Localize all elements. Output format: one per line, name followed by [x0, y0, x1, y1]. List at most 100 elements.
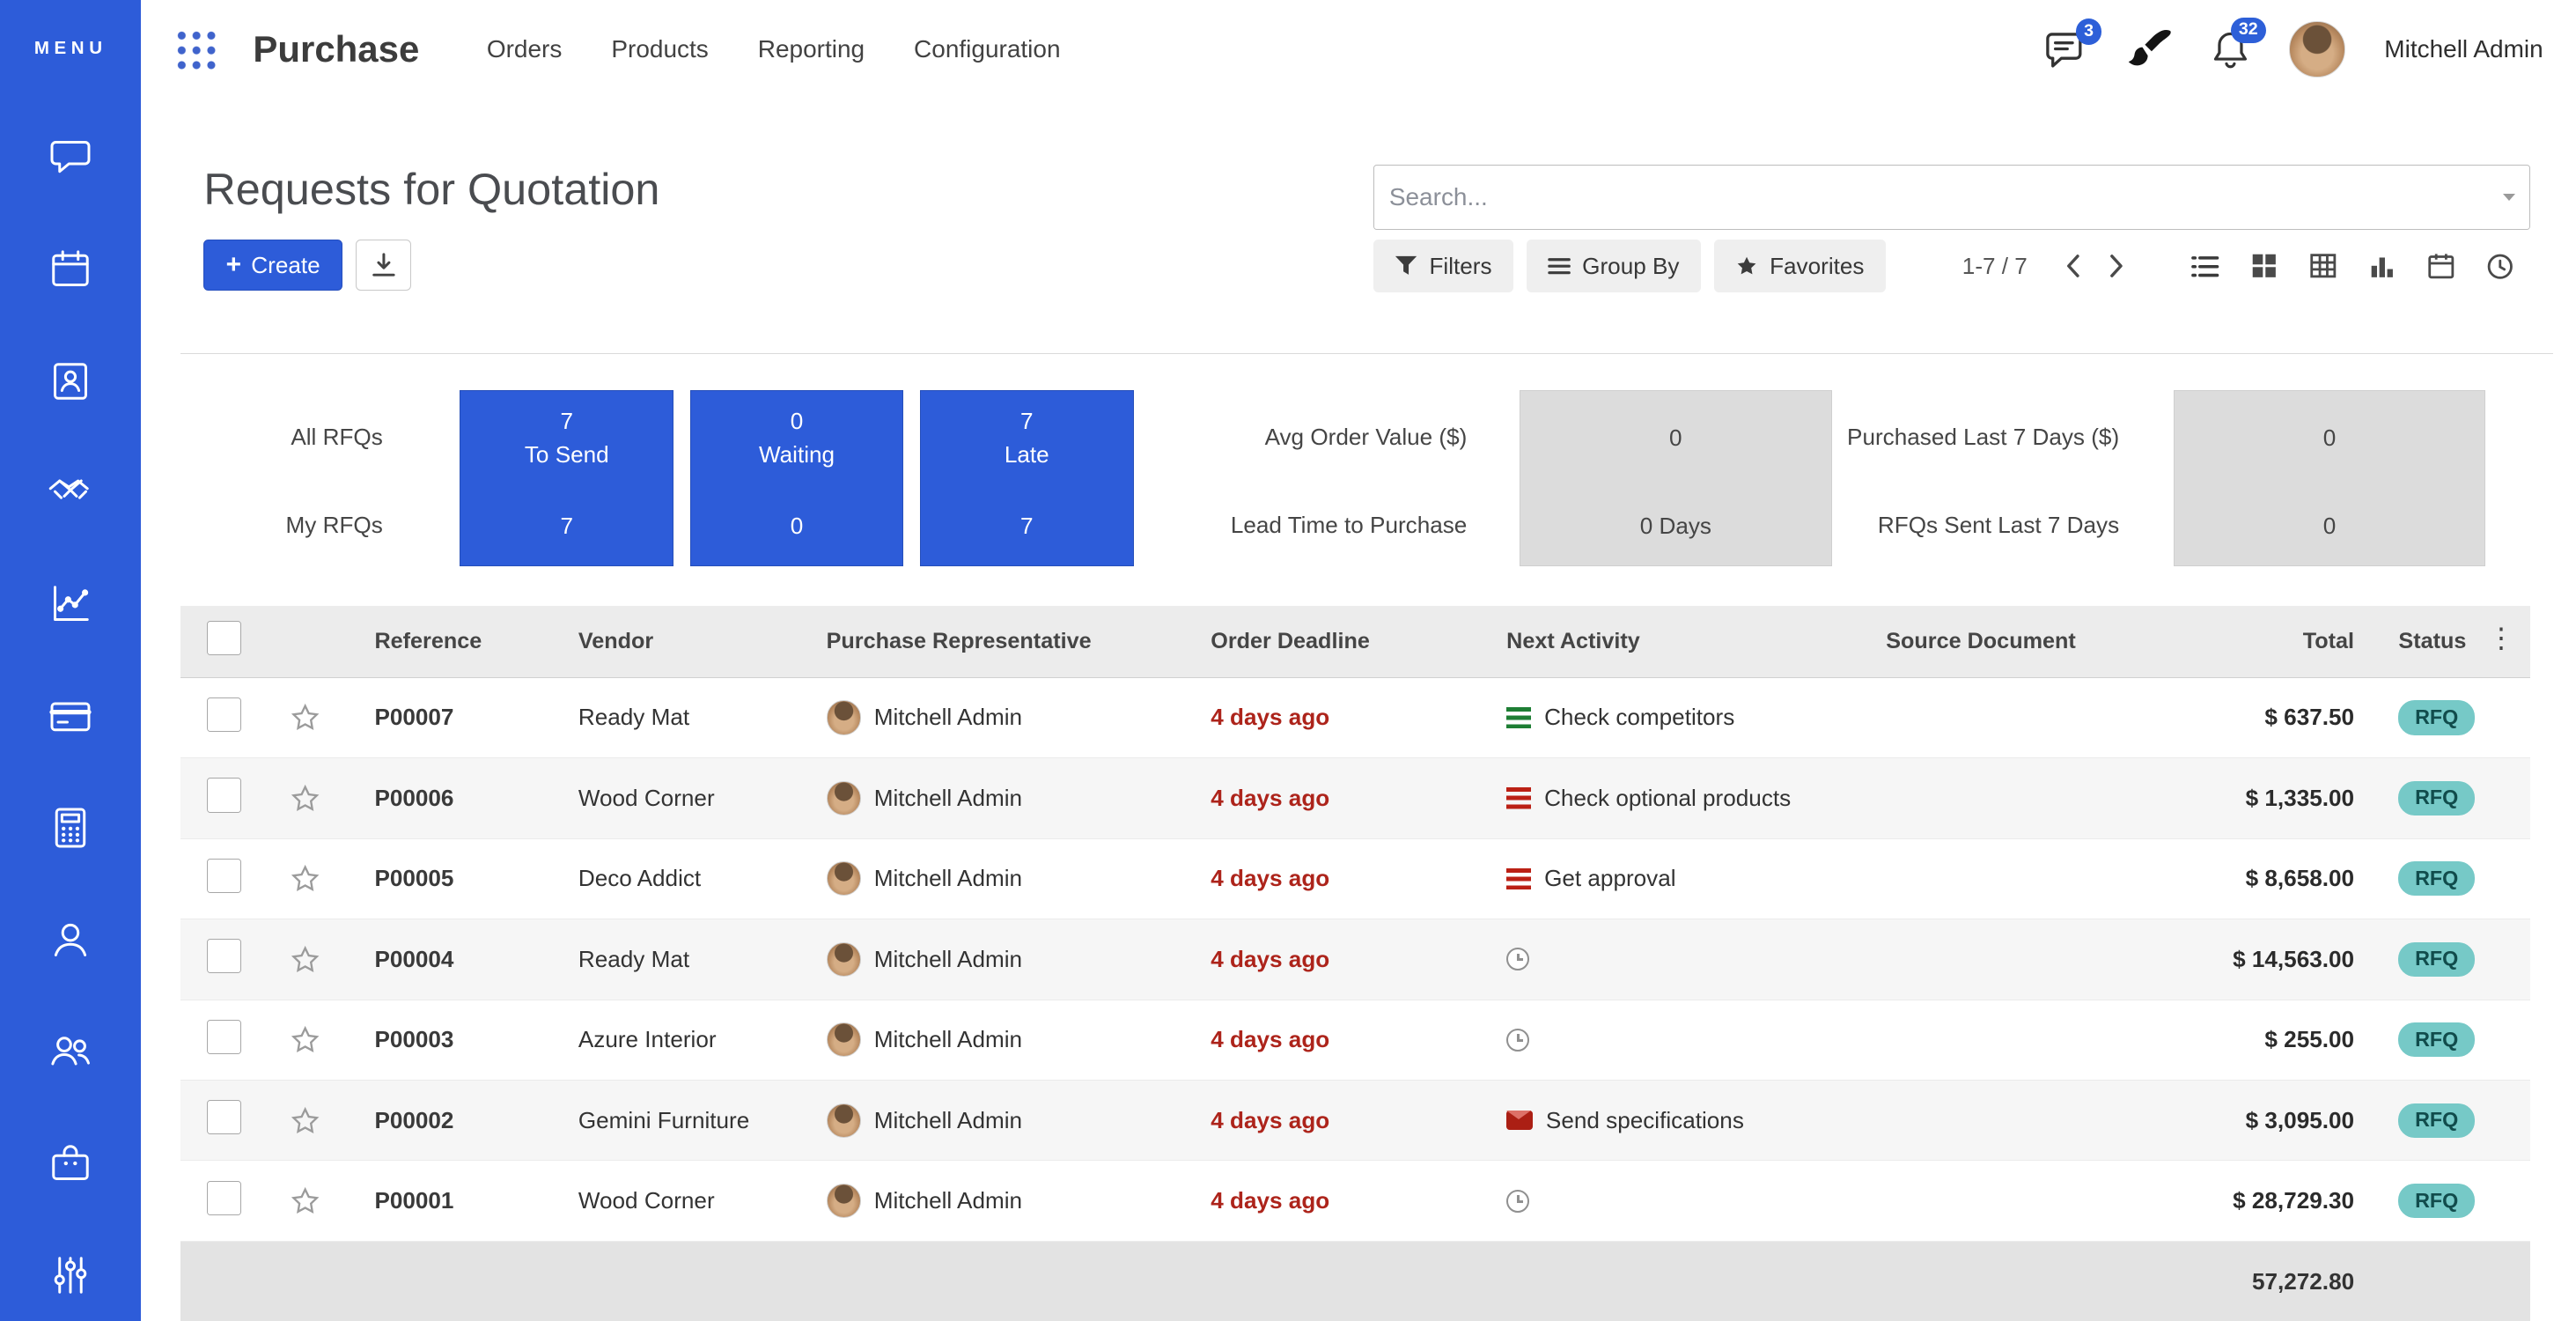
header-total[interactable]: Total	[2185, 629, 2363, 654]
sidebar-item-discuss[interactable]	[43, 133, 99, 182]
status-cell: RFQ	[2362, 700, 2529, 734]
view-calendar-button[interactable]	[2411, 240, 2470, 292]
reference-cell: P00006	[345, 785, 578, 812]
sidebar-item-calendar[interactable]	[43, 245, 99, 294]
filters-button[interactable]: Filters	[1373, 240, 1513, 292]
header-purchase-representative[interactable]: Purchase Representative	[827, 629, 1211, 654]
activities-badge: 32	[2231, 18, 2266, 43]
representative-avatar	[827, 1184, 861, 1218]
next-activity-cell[interactable]: Check competitors	[1506, 704, 1886, 731]
favorite-star-icon[interactable]	[289, 943, 321, 976]
select-all-checkbox[interactable]	[207, 621, 241, 655]
apps-grid-icon	[174, 28, 217, 71]
favorites-star-icon	[1735, 255, 1758, 277]
table-row[interactable]: P00005 Deco Addict Mitchell Admin 4 days…	[180, 839, 2530, 919]
sidebar-item-sales[interactable]	[43, 579, 99, 629]
next-activity-cell[interactable]	[1506, 948, 1886, 970]
row-star-cell	[266, 782, 345, 815]
next-activity-cell[interactable]: Get approval	[1506, 865, 1886, 892]
view-list-button[interactable]	[2175, 240, 2234, 292]
table-row[interactable]: P00003 Azure Interior Mitchell Admin 4 d…	[180, 1000, 2530, 1081]
status-cell: RFQ	[2362, 1184, 2529, 1218]
favorite-star-icon[interactable]	[289, 862, 321, 895]
brush-button[interactable]	[2125, 29, 2173, 70]
kpi-late-label: Late	[1005, 439, 1049, 472]
row-checkbox[interactable]	[207, 1181, 241, 1215]
row-star-cell	[266, 1184, 345, 1217]
view-activity-button[interactable]	[2471, 240, 2530, 292]
create-button[interactable]: + Create	[203, 240, 342, 291]
view-graph-button[interactable]	[2352, 240, 2411, 292]
row-checkbox[interactable]	[207, 1100, 241, 1134]
kpi-to-send[interactable]: 7 To Send 7	[460, 390, 673, 566]
favorites-button[interactable]: Favorites	[1714, 240, 1886, 292]
user-avatar[interactable]	[2289, 21, 2344, 77]
metric-box-left: 0 0 Days	[1520, 390, 1832, 566]
header-vendor[interactable]: Vendor	[578, 629, 827, 654]
row-checkbox[interactable]	[207, 859, 241, 893]
apps-menu-button[interactable]	[174, 28, 217, 71]
table-row[interactable]: P00001 Wood Corner Mitchell Admin 4 days…	[180, 1161, 2530, 1241]
favorite-star-icon[interactable]	[289, 1184, 321, 1217]
menu-reporting[interactable]: Reporting	[733, 35, 889, 63]
pager-previous-button[interactable]	[2050, 241, 2094, 291]
all-rfqs-filter[interactable]: All RFQs	[180, 390, 383, 485]
next-activity-cell[interactable]: Send specifications	[1506, 1107, 1886, 1134]
header-next-activity[interactable]: Next Activity	[1506, 629, 1886, 654]
favorite-star-icon[interactable]	[289, 701, 321, 734]
pager-next-button[interactable]	[2094, 241, 2138, 291]
row-checkbox[interactable]	[207, 939, 241, 973]
next-activity-cell[interactable]	[1506, 1029, 1886, 1052]
sidebar-item-payments[interactable]	[43, 691, 99, 741]
favorite-star-icon[interactable]	[289, 1023, 321, 1056]
table-row[interactable]: P00002 Gemini Furniture Mitchell Admin 4…	[180, 1081, 2530, 1161]
favorite-star-icon[interactable]	[289, 1104, 321, 1137]
sidebar-item-members[interactable]	[43, 1027, 99, 1076]
group-by-button[interactable]: Group By	[1527, 240, 1701, 292]
my-rfqs-filter[interactable]: My RFQs	[180, 485, 383, 565]
header-source-document[interactable]: Source Document	[1886, 629, 2185, 654]
table-row[interactable]: P00004 Ready Mat Mitchell Admin 4 days a…	[180, 919, 2530, 1000]
menu-configuration[interactable]: Configuration	[889, 35, 1085, 63]
next-activity-cell[interactable]: Check optional products	[1506, 785, 1886, 812]
sidebar-item-contacts[interactable]	[43, 357, 99, 406]
row-checkbox-cell	[180, 859, 266, 899]
row-checkbox[interactable]	[207, 778, 241, 812]
table-row[interactable]: P00006 Wood Corner Mitchell Admin 4 days…	[180, 758, 2530, 838]
sidebar-item-purchase[interactable]	[43, 1139, 99, 1188]
next-activity-cell[interactable]	[1506, 1190, 1886, 1213]
messages-button[interactable]: 3	[2044, 31, 2086, 69]
user-name[interactable]: Mitchell Admin	[2384, 35, 2543, 63]
row-checkbox[interactable]	[207, 1020, 241, 1054]
sidebar-item-employees[interactable]	[43, 915, 99, 964]
view-kanban-button[interactable]	[2234, 240, 2293, 292]
menu-products[interactable]: Products	[586, 35, 732, 63]
view-pivot-button[interactable]	[2293, 240, 2352, 292]
table-row[interactable]: P00007 Ready Mat Mitchell Admin 4 days a…	[180, 678, 2530, 758]
dashboard-row-labels: All RFQs My RFQs	[180, 390, 383, 566]
row-checkbox[interactable]	[207, 697, 241, 732]
group-by-icon	[1548, 256, 1571, 276]
credit-card-icon	[46, 691, 95, 741]
sidebar-item-crm[interactable]	[43, 469, 99, 518]
favorite-star-icon[interactable]	[289, 782, 321, 815]
vendor-cell: Deco Addict	[578, 865, 827, 892]
vendor-cell: Wood Corner	[578, 1187, 827, 1214]
search-options-caret-icon[interactable]	[2503, 194, 2515, 201]
activities-button[interactable]: 32	[2212, 29, 2249, 70]
sidebar-item-settings[interactable]	[43, 1251, 99, 1300]
filter-funnel-icon	[1395, 255, 1417, 277]
reference-cell: P00005	[345, 865, 578, 892]
footer-total-sum: 57,272.80	[2185, 1268, 2363, 1295]
kpi-late[interactable]: 7 Late 7	[920, 390, 1134, 566]
header-order-deadline[interactable]: Order Deadline	[1211, 629, 1506, 654]
total-cell: $ 637.50	[2185, 704, 2363, 731]
search-input[interactable]	[1373, 165, 2530, 231]
kpi-waiting[interactable]: 0 Waiting 0	[690, 390, 904, 566]
export-button[interactable]	[356, 240, 411, 291]
menu-orders[interactable]: Orders	[462, 35, 587, 63]
sidebar-item-accounting[interactable]	[43, 803, 99, 852]
optional-columns-button[interactable]: ⋮	[2477, 618, 2525, 657]
app-name[interactable]: Purchase	[253, 28, 419, 70]
header-reference[interactable]: Reference	[345, 629, 578, 654]
